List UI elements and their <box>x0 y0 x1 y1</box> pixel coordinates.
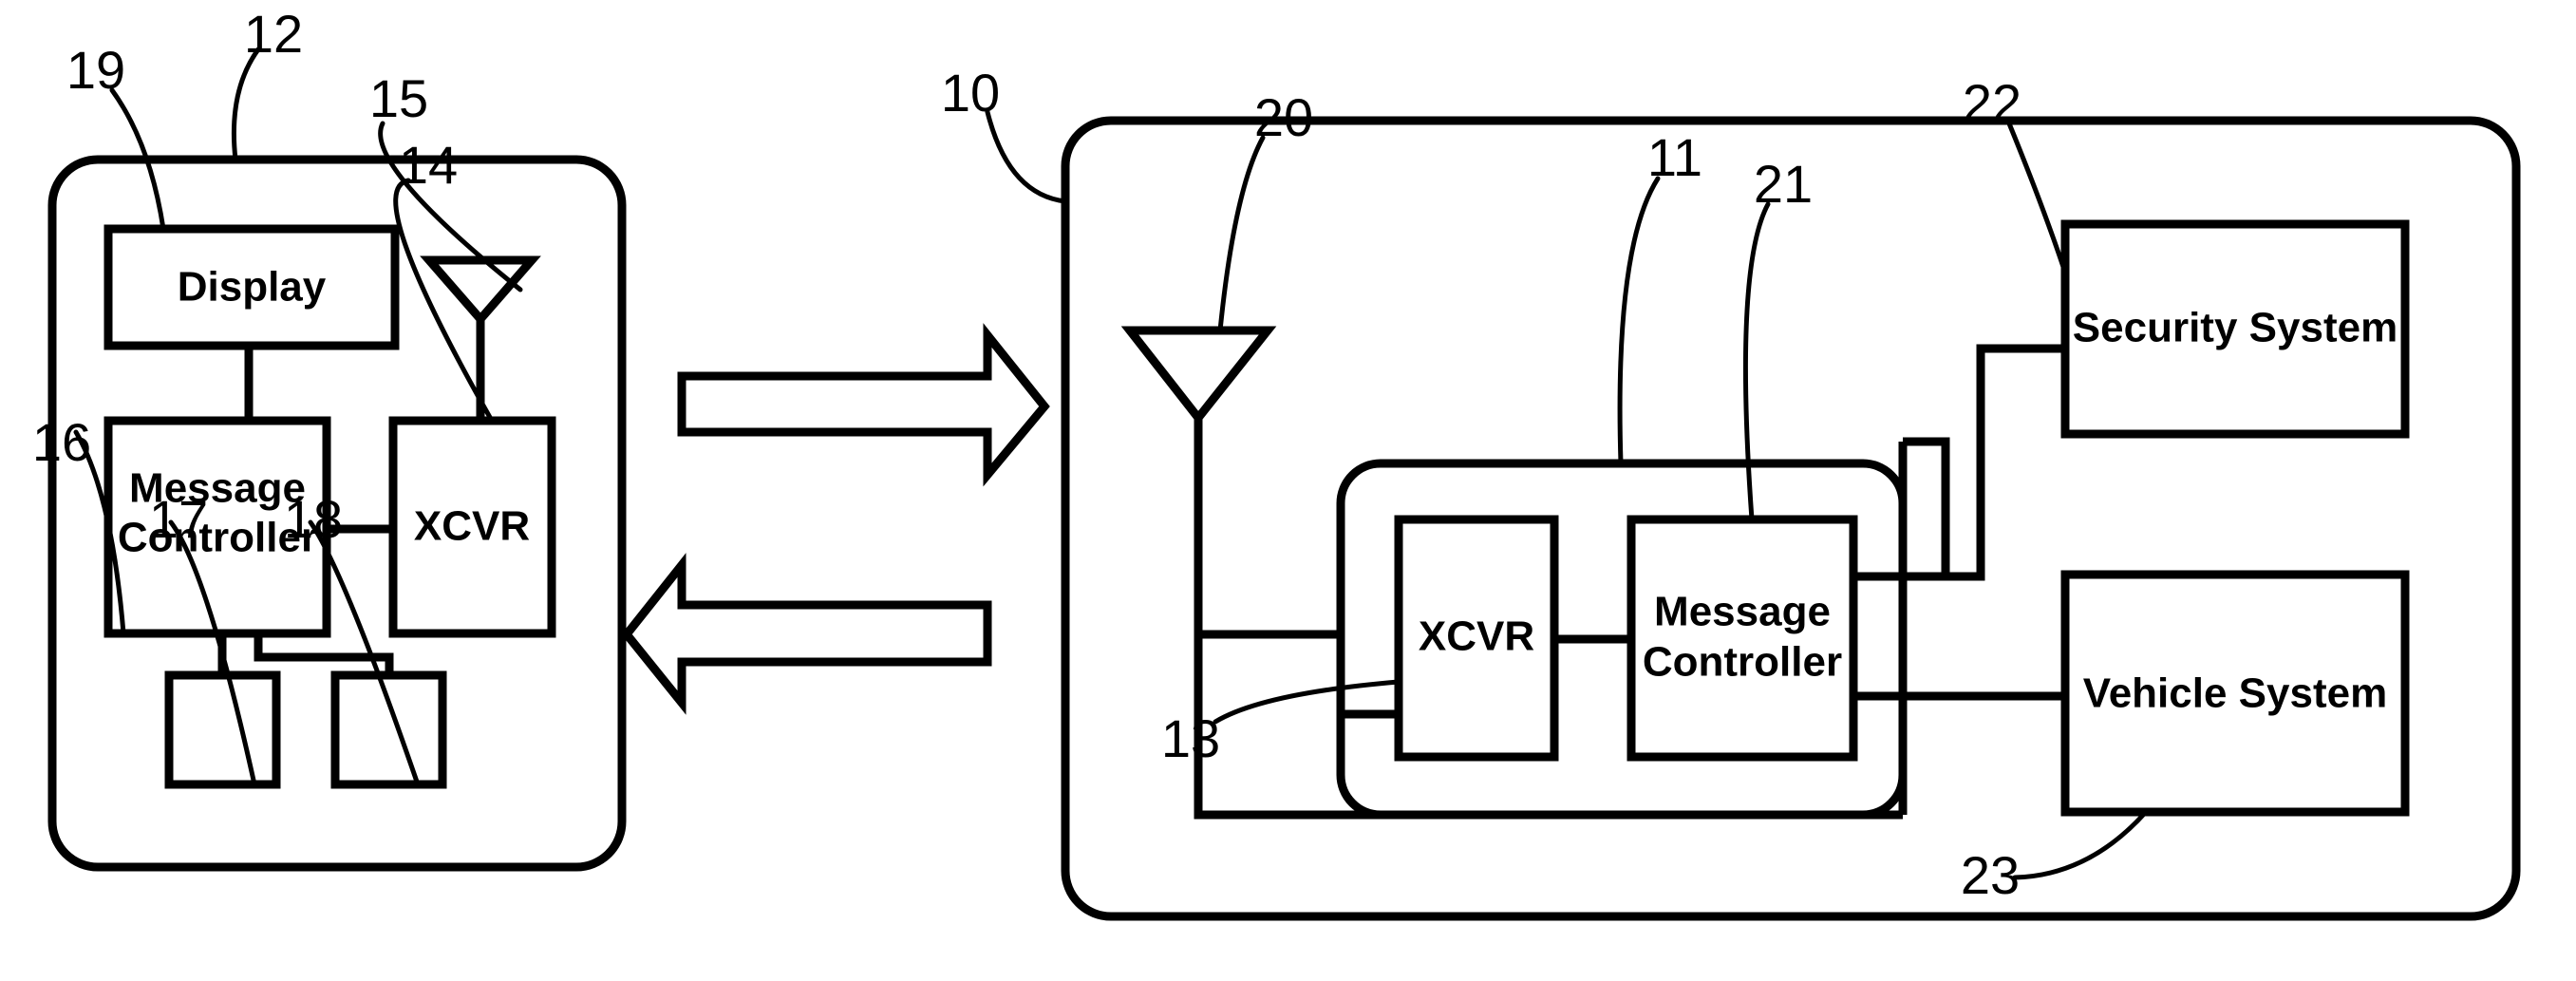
ref-12: 12 <box>244 4 303 64</box>
forward-link-arrow <box>677 323 1050 487</box>
vehicle-message-controller-label-line2: Controller <box>1643 639 1842 686</box>
vehicle-unit-group: XCVR Message Controller Security System … <box>941 63 2521 921</box>
ref-22: 22 <box>1963 73 2021 133</box>
remote-unit-group: Display Message Controller XCVR 12 19 15… <box>32 4 627 872</box>
ref-13: 13 <box>1161 708 1220 768</box>
ref-10: 10 <box>941 63 1000 123</box>
patent-figure: Display Message Controller XCVR 12 19 15… <box>0 0 2576 981</box>
ref-16: 16 <box>32 412 91 472</box>
ref-15: 15 <box>369 68 428 128</box>
leader-10 <box>985 109 1068 204</box>
ref-20: 20 <box>1254 87 1313 147</box>
ref-14: 14 <box>399 135 458 195</box>
ref-23: 23 <box>1961 845 2020 905</box>
ref-19: 19 <box>66 40 125 100</box>
ref-21: 21 <box>1754 154 1813 214</box>
figure-canvas: Display Message Controller XCVR 12 19 15… <box>32 4 2521 921</box>
vehicle-xcvr-label: XCVR <box>1419 613 1534 660</box>
ref-18: 18 <box>284 489 343 549</box>
reverse-link-arrow <box>621 553 992 715</box>
ref-17: 17 <box>149 489 208 549</box>
security-system-label: Security System <box>2073 305 2397 351</box>
leader-12 <box>231 47 261 162</box>
ref-11: 11 <box>1647 127 1702 187</box>
vehicle-system-label: Vehicle System <box>2083 670 2387 717</box>
remote-button-one-box <box>164 670 281 789</box>
remote-xcvr-label: XCVR <box>414 503 530 550</box>
vehicle-message-controller-label-line1: Message <box>1654 589 1831 635</box>
remote-button-two-box <box>330 670 447 789</box>
link-arrows-group <box>621 323 1050 715</box>
display-label: Display <box>178 264 327 311</box>
